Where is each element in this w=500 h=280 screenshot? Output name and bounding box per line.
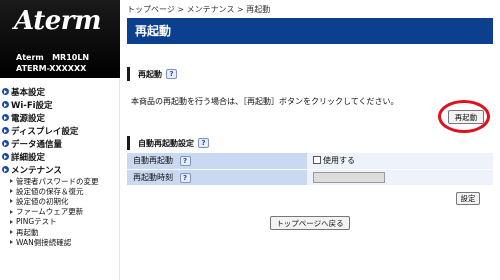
help-icon[interactable]: ? xyxy=(179,172,191,183)
help-icon[interactable]: ? xyxy=(179,156,191,167)
brand-header: Aterm Aterm MR10LN ATERM-XXXXXX xyxy=(0,0,120,78)
bullet-arrow-icon xyxy=(2,88,9,95)
auto-restart-label: 自動再起動 xyxy=(133,156,173,166)
auto-restart-table: 自動再起動 ? 使用する 再起動時刻 ? xyxy=(127,153,493,186)
auto-restart-section-title: 自動再起動設定 xyxy=(138,138,194,148)
triangle-icon xyxy=(10,219,13,224)
nav-item-label: 基本設定 xyxy=(11,87,46,98)
triangle-icon xyxy=(10,189,13,194)
model-info: Aterm MR10LN ATERM-XXXXXX xyxy=(16,52,89,74)
auto-restart-label-cell: 自動再起動 ? xyxy=(127,153,307,170)
nav-item-basic-settings[interactable]: 基本設定 xyxy=(0,85,120,98)
nav-sub-wan-check[interactable]: WAN側接続確認 xyxy=(0,237,120,247)
highlight-circle xyxy=(438,100,490,133)
nav-item-advanced-settings[interactable]: 詳細設定 xyxy=(0,150,120,163)
bullet-arrow-icon xyxy=(2,166,9,173)
nav-item-label: メンテナンス xyxy=(11,165,62,176)
sidebar: Aterm Aterm MR10LN ATERM-XXXXXX 基本設定 Wi-… xyxy=(0,0,120,280)
use-checkbox-label: 使用する xyxy=(323,156,355,166)
nav-sub-save-restore[interactable]: 設定値の保存＆復元 xyxy=(0,186,120,196)
triangle-icon xyxy=(10,209,13,214)
back-to-top-button[interactable]: トップページへ戻る xyxy=(270,216,350,230)
breadcrumb: トップページ > メンテナンス > 再起動 xyxy=(127,5,271,14)
restart-time-label: 再起動時刻 xyxy=(133,172,173,182)
bullet-arrow-icon xyxy=(2,101,9,108)
nav-item-label: Wi-Fi設定 xyxy=(11,100,53,111)
auto-restart-section-header: 自動再起動設定 ? xyxy=(127,136,493,150)
bullet-arrow-icon xyxy=(2,127,9,134)
nav-item-label: データ通信量 xyxy=(11,139,63,150)
nav-sub-firmware-update[interactable]: ファームウェア更新 xyxy=(0,207,120,217)
triangle-icon xyxy=(10,240,13,245)
nav-item-data-usage[interactable]: データ通信量 xyxy=(0,137,120,150)
table-row: 再起動時刻 ? xyxy=(127,169,493,186)
auto-restart-value-cell: 使用する xyxy=(307,153,493,170)
help-icon[interactable]: ? xyxy=(198,138,209,148)
nav-sub-factory-reset[interactable]: 設定値の初期化 xyxy=(0,196,120,206)
nav-sub-label: WAN側接続確認 xyxy=(16,237,72,247)
page-title: 再起動 xyxy=(127,18,493,44)
restart-time-select[interactable] xyxy=(313,171,385,183)
nav-item-label: 詳細設定 xyxy=(11,152,46,163)
bullet-arrow-icon xyxy=(2,153,9,160)
device-id: ATERM-XXXXXX xyxy=(16,64,87,73)
use-checkbox[interactable] xyxy=(313,156,321,165)
side-nav: 基本設定 Wi-Fi設定 電源設定 ディスプレイ設定 データ通信量 詳細設定 メ… xyxy=(0,85,120,247)
restart-time-value-cell xyxy=(307,169,493,186)
bullet-arrow-icon xyxy=(2,114,9,121)
triangle-icon xyxy=(10,179,13,184)
restart-section-title: 再起動 xyxy=(138,69,162,79)
set-button[interactable]: 設定 xyxy=(456,192,480,205)
nav-item-label: 電源設定 xyxy=(11,113,46,124)
nav-sub-ping-test[interactable]: PINGテスト xyxy=(0,217,120,227)
main-content: トップページ > メンテナンス > 再起動 再起動 再起動 ? 本商品の再起動を… xyxy=(127,0,493,280)
nav-item-display-settings[interactable]: ディスプレイ設定 xyxy=(0,124,120,137)
restart-description: 本商品の再起動を行う場合は、［再起動］ボタンをクリックしてください。 xyxy=(131,97,399,106)
nav-item-wifi-settings[interactable]: Wi-Fi設定 xyxy=(0,98,120,111)
table-row: 自動再起動 ? 使用する xyxy=(127,153,493,170)
nav-item-power-settings[interactable]: 電源設定 xyxy=(0,111,120,124)
restart-time-label-cell: 再起動時刻 ? xyxy=(127,169,307,186)
triangle-icon xyxy=(10,199,13,204)
nav-item-maintenance[interactable]: メンテナンス xyxy=(0,163,120,176)
nav-item-label: ディスプレイ設定 xyxy=(11,126,79,137)
triangle-icon xyxy=(10,230,13,235)
help-icon[interactable]: ? xyxy=(166,69,177,79)
model-name: Aterm MR10LN xyxy=(16,53,90,62)
restart-section-header: 再起動 ? xyxy=(127,67,493,81)
aterm-logo: Aterm xyxy=(14,6,101,36)
nav-sub-restart[interactable]: 再起動 xyxy=(0,227,120,237)
bullet-arrow-icon xyxy=(2,140,9,147)
nav-sub-admin-password[interactable]: 管理者パスワードの変更 xyxy=(0,176,120,186)
